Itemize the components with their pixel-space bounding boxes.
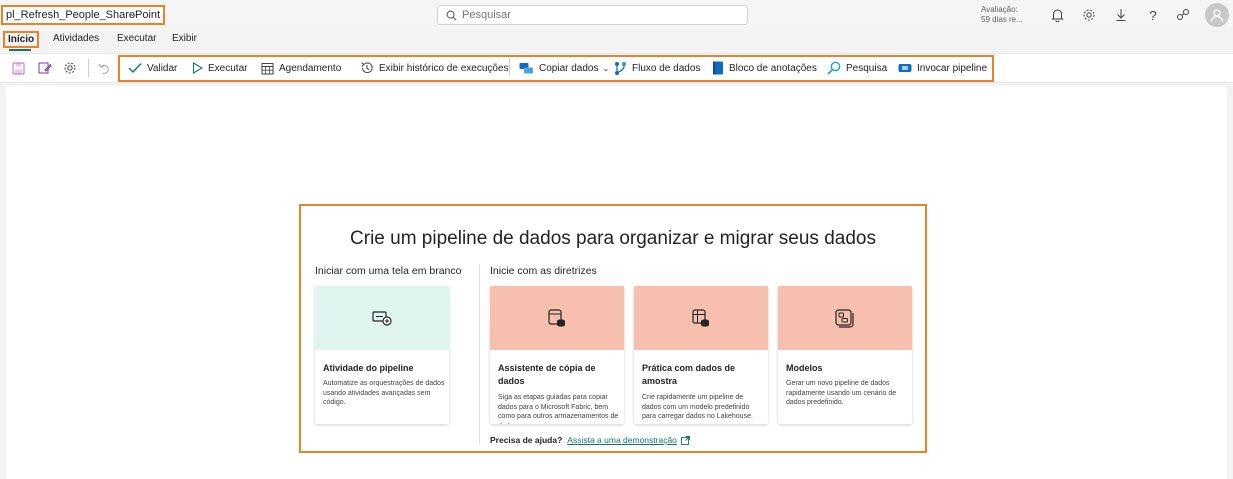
- sample-data-icon: [692, 309, 709, 327]
- toolbar-divider: [88, 59, 89, 77]
- copy-assistant-icon: [548, 309, 565, 327]
- chevron-down-icon: ⌄: [602, 63, 610, 73]
- card-copy-assistant[interactable]: Assistente de cópia de dados Siga as eta…: [490, 286, 624, 424]
- search-box[interactable]: [437, 5, 748, 25]
- notebook-icon: [713, 61, 723, 75]
- dataflow-label: Fluxo de dados: [632, 62, 701, 74]
- run-history-label: Exibir histórico de execuções: [379, 62, 509, 74]
- tab-executar[interactable]: Executar: [117, 33, 156, 44]
- ribbon-toolbar: Validar Executar Agendamento Exibir hist…: [0, 53, 1233, 83]
- dataflow-icon: [615, 61, 626, 75]
- card-pipeline-activity[interactable]: Atividade do pipeline Automatize as orqu…: [315, 286, 449, 424]
- menu-tabs: Início Atividades Executar Exibir: [0, 31, 1233, 51]
- bell-icon[interactable]: [1048, 6, 1066, 24]
- schedule-button[interactable]: Agendamento: [261, 60, 341, 76]
- chevron-down-icon[interactable]: ⌄: [130, 9, 138, 20]
- card-description: Automatize as orquestrações de dados usa…: [323, 380, 445, 406]
- copy-data-label: Copiar dados: [539, 62, 599, 74]
- calendar-icon: [261, 62, 274, 74]
- avatar[interactable]: [1205, 3, 1229, 27]
- card-templates[interactable]: Modelos Gerar um novo pipeline de dados …: [778, 286, 912, 424]
- card-title: Atividade do pipeline: [323, 363, 414, 373]
- tab-atividades[interactable]: Atividades: [53, 33, 99, 44]
- demo-link[interactable]: Assista a uma demonstração: [567, 435, 677, 445]
- lookup-label: Pesquisa: [846, 62, 888, 74]
- validate-button[interactable]: Validar: [128, 60, 177, 76]
- help-icon[interactable]: ?: [1144, 6, 1162, 24]
- card-header: [634, 286, 768, 350]
- card-title: Assistente de cópia de dados: [498, 363, 596, 386]
- trial-label: Avaliação:: [981, 5, 1018, 14]
- undo-icon[interactable]: [96, 60, 112, 76]
- card-description: Siga as etapas guiadas para copiar dados…: [498, 394, 619, 424]
- settings-icon[interactable]: [62, 60, 78, 76]
- search-input[interactable]: [462, 9, 722, 21]
- external-link-icon[interactable]: [680, 435, 690, 445]
- person-icon: [1210, 9, 1224, 22]
- section-divider: [479, 264, 480, 444]
- invoke-pipeline-icon: [898, 64, 912, 72]
- get-started-panel: Crie um pipeline de dados para organizar…: [299, 204, 927, 453]
- card-header: [778, 286, 912, 350]
- card-header: [315, 286, 449, 350]
- download-icon[interactable]: [1112, 6, 1130, 24]
- card-title: Modelos: [786, 363, 823, 373]
- card-description: Crie rapidamente um pipeline de dados co…: [642, 394, 753, 420]
- card-title: Prática com dados de amostra: [642, 363, 736, 386]
- schedule-label: Agendamento: [279, 62, 342, 74]
- lookup-button[interactable]: Pesquisa: [827, 60, 887, 76]
- invoke-pipeline-label: Invocar pipeline: [917, 62, 988, 74]
- trial-days: 59 dias re...: [981, 15, 1023, 24]
- trial-status[interactable]: Avaliação: 59 dias re...: [981, 5, 1023, 25]
- copy-data-icon: [519, 62, 533, 73]
- pipeline-activity-icon: [372, 311, 392, 326]
- publish-icon[interactable]: [37, 60, 53, 76]
- help-line: Precisa de ajuda? Assista a uma demonstr…: [490, 435, 690, 445]
- top-bar: pl_Refresh_People_SharePoint ⌄ Avaliação…: [0, 0, 1233, 30]
- validate-label: Validar: [147, 62, 178, 74]
- toolbar-divider: [509, 58, 510, 76]
- gear-icon[interactable]: [1080, 6, 1098, 24]
- templates-icon: [835, 309, 854, 328]
- guided-heading: Inicie com as diretrizes: [490, 265, 597, 277]
- notebook-label: Bloco de anotações: [729, 62, 817, 74]
- pipeline-title[interactable]: pl_Refresh_People_SharePoint: [1, 5, 166, 25]
- play-icon: [192, 62, 203, 74]
- dataflow-button[interactable]: Fluxo de dados: [614, 60, 700, 76]
- card-header: [490, 286, 624, 350]
- invoke-pipeline-button[interactable]: Invocar pipeline: [898, 60, 987, 76]
- run-history-button[interactable]: Exibir histórico de execuções: [360, 60, 509, 76]
- card-description: Gerar um novo pipeline de dados rapidame…: [786, 380, 897, 406]
- lookup-icon: [827, 61, 841, 75]
- page-title: Crie um pipeline de dados para organizar…: [350, 228, 876, 249]
- save-icon[interactable]: [10, 60, 26, 76]
- checkmark-icon: [128, 63, 142, 74]
- blank-canvas-heading: Iniciar com uma tela em branco: [315, 265, 462, 277]
- help-label: Precisa de ajuda?: [490, 435, 563, 445]
- copy-data-button[interactable]: Copiar dados ⌄: [519, 60, 609, 76]
- history-icon: [361, 62, 373, 74]
- tab-exibir[interactable]: Exibir: [172, 33, 197, 44]
- run-label: Executar: [208, 62, 248, 74]
- notebook-button[interactable]: Bloco de anotações: [712, 60, 817, 76]
- tab-inicio[interactable]: Início: [3, 31, 40, 48]
- active-tab-indicator: [9, 49, 31, 51]
- run-button[interactable]: Executar: [192, 60, 247, 76]
- search-icon: [446, 10, 457, 20]
- share-icon[interactable]: [1174, 6, 1192, 24]
- card-sample-data[interactable]: Prática com dados de amostra Crie rapida…: [634, 286, 768, 424]
